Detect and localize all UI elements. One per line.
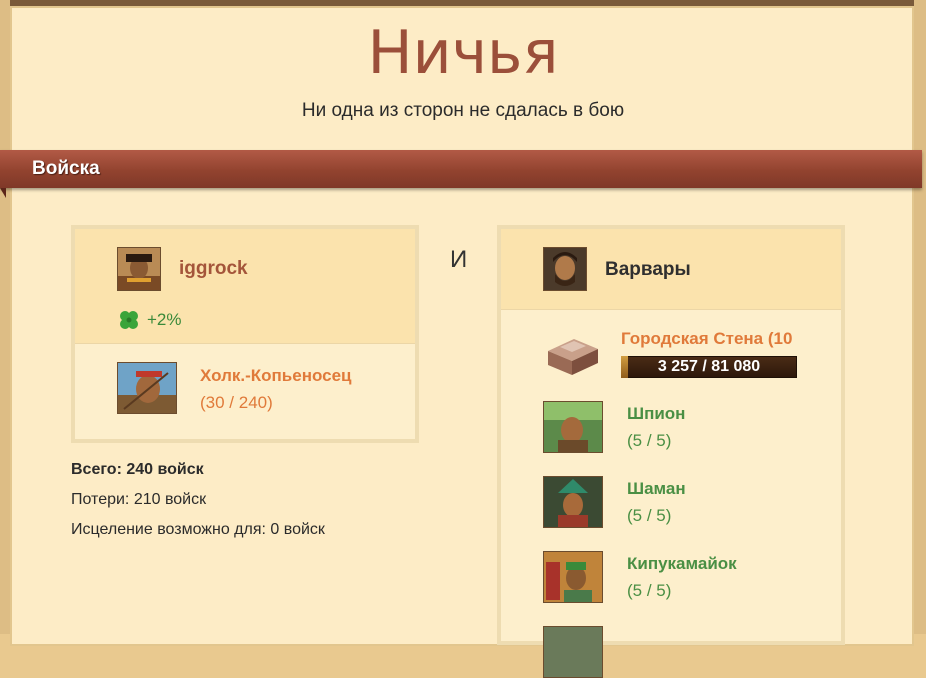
- result-subtitle: Ни одна из сторон не сдалась в бою: [301, 100, 625, 121]
- section-banner: [0, 150, 922, 188]
- spearman-portrait[interactable]: [117, 362, 177, 414]
- player-name-link[interactable]: iggrock: [179, 258, 248, 280]
- unit-count: (5 / 5): [627, 431, 672, 450]
- healing-troops: Исцеление возможно для: 0 войск: [71, 521, 325, 538]
- quipucamayoc-portrait[interactable]: [543, 551, 603, 603]
- section-title: Войска: [32, 158, 100, 179]
- box-divider: [501, 309, 841, 310]
- page-title: Ничья: [367, 18, 559, 88]
- unit-name[interactable]: Шпион: [627, 404, 685, 424]
- left-border: [0, 0, 10, 634]
- box-divider: [75, 343, 415, 344]
- spy-portrait[interactable]: [543, 401, 603, 453]
- player-avatar[interactable]: [117, 247, 161, 291]
- enemy-avatar: [543, 247, 587, 291]
- enemy-name: Варвары: [605, 259, 691, 280]
- versus-label: И: [450, 246, 468, 273]
- clover-icon: [118, 309, 140, 331]
- wall-hp-text: 3 257 / 81 080: [657, 358, 761, 375]
- luck-bonus: +2%: [147, 310, 182, 329]
- unit-name[interactable]: Шаман: [627, 479, 686, 499]
- total-troops: Всего: 240 войск: [71, 461, 204, 478]
- unit-name[interactable]: Холк.-Копьеносец: [200, 366, 352, 386]
- banner-fold: [0, 188, 6, 198]
- shaman-portrait[interactable]: [543, 476, 603, 528]
- wall-hp-bar: 3 257 / 81 080: [621, 356, 797, 378]
- city-wall-icon: [544, 329, 600, 377]
- unit-count: (30 / 240): [200, 393, 273, 412]
- losses-troops: Потери: 210 войск: [71, 491, 207, 508]
- city-wall-name[interactable]: Городская Стена (10: [621, 329, 799, 349]
- right-border: [914, 0, 926, 634]
- unit-count: (5 / 5): [627, 506, 672, 525]
- unit-count: (5 / 5): [627, 581, 672, 600]
- unit-name[interactable]: Кипукамайок: [627, 554, 737, 574]
